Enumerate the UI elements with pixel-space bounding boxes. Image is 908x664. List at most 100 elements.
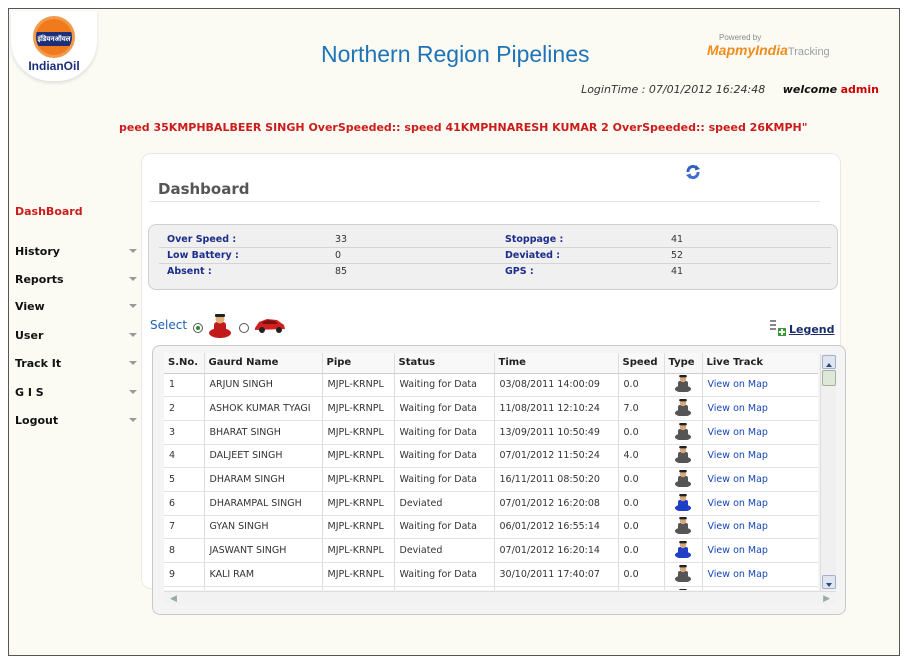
sidebar-item-gis[interactable]: G I S — [15, 384, 137, 400]
view-on-map-link[interactable]: View on Map — [702, 491, 818, 516]
view-on-map-link[interactable]: View on Map — [702, 396, 818, 421]
header: इंडियनऑयल IndianOil Northern Region Pipe… — [9, 9, 899, 151]
col-header-type[interactable]: Type — [664, 353, 703, 374]
sidebar-item-label: User — [15, 328, 44, 342]
cell-time: 07/01/2012 16:20:14 — [494, 538, 619, 563]
guard-table: S.No. Gaurd Name Pipe Status Time Speed … — [164, 353, 818, 590]
col-header-name[interactable]: Gaurd Name — [204, 353, 323, 374]
refresh-icon[interactable] — [685, 164, 701, 180]
cell-sno: 5 — [164, 467, 205, 492]
table-row[interactable]: 6 DHARAMPAL SINGH MJPL-KRNPL Deviated 07/01/… — [164, 491, 818, 516]
login-time: LoginTime : 07/01/2012 16:24:48 — [581, 83, 766, 96]
cell-pipe: MJPL-KRNPL — [322, 396, 395, 421]
cell-name: DHARAM SINGH — [204, 467, 323, 492]
radio-guard[interactable] — [193, 323, 204, 333]
sidebar-item-dashboard[interactable]: DashBoard — [15, 205, 83, 218]
col-header-sno[interactable]: S.No. — [164, 353, 205, 374]
view-on-map-link[interactable]: View on Map — [702, 444, 818, 469]
cell-name — [204, 586, 323, 590]
cell-type — [664, 396, 703, 421]
view-on-map-link[interactable]: View on Map — [702, 467, 818, 492]
table-row[interactable]: 1 ARJUN SINGH MJPL-KRNPL Waiting for Data 03… — [164, 373, 818, 398]
table-row[interactable]: 3 BHARAT SINGH MJPL-KRNPL Waiting for Data 1… — [164, 420, 818, 445]
sidebar-item-track-it[interactable]: Track It — [15, 355, 137, 371]
sidebar-item-reports[interactable]: Reports — [15, 271, 137, 287]
cell-type — [664, 491, 703, 516]
guard-type-icon — [679, 588, 687, 590]
col-header-pipe[interactable]: Pipe — [322, 353, 395, 374]
col-header-status[interactable]: Status — [394, 353, 495, 374]
alert-ticker: peed 35KMPHBALBEER SINGH OverSpeeded:: s… — [119, 121, 808, 134]
cell-sno: 6 — [164, 491, 205, 516]
cell-time: 03/08/2011 14:00:09 — [494, 373, 619, 398]
cell-speed: 0.0 — [618, 373, 665, 398]
vertical-scrollbar[interactable] — [820, 354, 836, 591]
guard-type-icon — [675, 493, 691, 512]
stats-row: Low Battery : 0 Deviated : 52 — [159, 249, 831, 264]
cell-time: 06/01/2012 16:55:14 — [494, 515, 619, 540]
powered-by-text: Powered by — [719, 33, 762, 42]
cell-sno: 4 — [164, 444, 205, 469]
powered-by-logo: Powered by MapmyIndiaTracking — [707, 33, 830, 60]
col-header-speed[interactable]: Speed — [618, 353, 665, 374]
chevron-down-icon — [129, 418, 137, 422]
scroll-right-icon[interactable]: ▶ — [823, 594, 830, 604]
col-header-time[interactable]: Time — [494, 353, 619, 374]
radio-vehicle[interactable] — [239, 323, 250, 333]
cell-type — [664, 444, 703, 469]
sidebar-item-user[interactable]: User — [15, 327, 137, 343]
stat-label-absent: Absent : — [167, 266, 212, 277]
scroll-thumb[interactable] — [822, 370, 836, 386]
cell-type — [664, 586, 703, 590]
view-on-map-link[interactable]: View on Map — [702, 562, 818, 587]
table-row[interactable]: 2 ASHOK KUMAR TYAGI MJPL-KRNPL Waiting for … — [164, 396, 818, 421]
guard-icon — [209, 314, 232, 338]
cell-type — [664, 373, 703, 398]
view-on-map-link[interactable]: View on Map — [702, 515, 818, 540]
sidebar-item-label: Reports — [15, 272, 64, 286]
scroll-left-icon[interactable]: ◀ — [170, 594, 177, 604]
guard-type-icon — [675, 564, 691, 583]
view-on-map-link[interactable] — [702, 586, 818, 590]
cell-sno: 8 — [164, 538, 205, 563]
scroll-down-icon[interactable] — [822, 575, 836, 589]
cell-time: 30/10/2011 17:40:07 — [494, 562, 619, 587]
col-header-live-track[interactable]: Live Track — [702, 353, 818, 374]
cell-pipe: MJPL-KRNPL — [322, 420, 395, 445]
sidebar-item-logout[interactable]: Logout — [15, 412, 137, 428]
table-row[interactable]: 7 GYAN SINGH MJPL-KRNPL Waiting for Data 06/… — [164, 515, 818, 540]
stats-row: Over Speed : 33 Stoppage : 41 — [159, 233, 831, 248]
cell-time: 16/11/2011 08:50:20 — [494, 467, 619, 492]
stats-summary: Over Speed : 33 Stoppage : 41 Low Batter… — [148, 224, 838, 290]
cell-sno: 2 — [164, 396, 205, 421]
chevron-down-icon — [129, 304, 137, 308]
view-on-map-link[interactable]: View on Map — [702, 373, 818, 398]
guard-type-icon — [675, 422, 691, 441]
scroll-up-icon[interactable] — [822, 355, 836, 369]
sidebar-item-label: History — [15, 244, 60, 258]
table-row[interactable]: 8 JASWANT SINGH MJPL-KRNPL Deviated 07/01/20… — [164, 538, 818, 563]
car-icon — [255, 319, 286, 333]
table-row[interactable]: 5 DHARAM SINGH MJPL-KRNPL Waiting for Data 1… — [164, 467, 818, 492]
guard-type-icon — [675, 541, 691, 559]
view-on-map-link[interactable]: View on Map — [702, 538, 818, 563]
sidebar-item-view[interactable]: View — [15, 298, 137, 314]
table-row[interactable]: 4 DALJEET SINGH MJPL-KRNPL Waiting for Data… — [164, 444, 818, 469]
sidebar-item-history[interactable]: History — [15, 243, 137, 259]
table-row[interactable]: 9 KALI RAM MJPL-KRNPL Waiting for Data 30/10… — [164, 562, 818, 587]
guard-type-icon — [675, 399, 691, 417]
brand-name: MapmyIndiaTracking — [707, 42, 830, 60]
guard-grid: S.No. Gaurd Name Pipe Status Time Speed … — [164, 353, 818, 590]
welcome-text: welcome — [782, 83, 838, 96]
chevron-down-icon — [129, 249, 137, 253]
cell-status: Waiting for Data — [394, 373, 495, 398]
page-title: Northern Region Pipelines — [321, 41, 590, 67]
horizontal-scrollbar[interactable]: ◀ ▶ — [164, 591, 836, 605]
cell-status: Waiting for Data — [394, 467, 495, 492]
chevron-down-icon — [129, 333, 137, 337]
guard-type-icon — [675, 517, 691, 535]
cell-status: Waiting for Data — [394, 444, 495, 469]
view-on-map-link[interactable]: View on Map — [702, 420, 818, 445]
table-row[interactable] — [164, 586, 818, 590]
legend-link[interactable]: Legend — [770, 320, 835, 336]
